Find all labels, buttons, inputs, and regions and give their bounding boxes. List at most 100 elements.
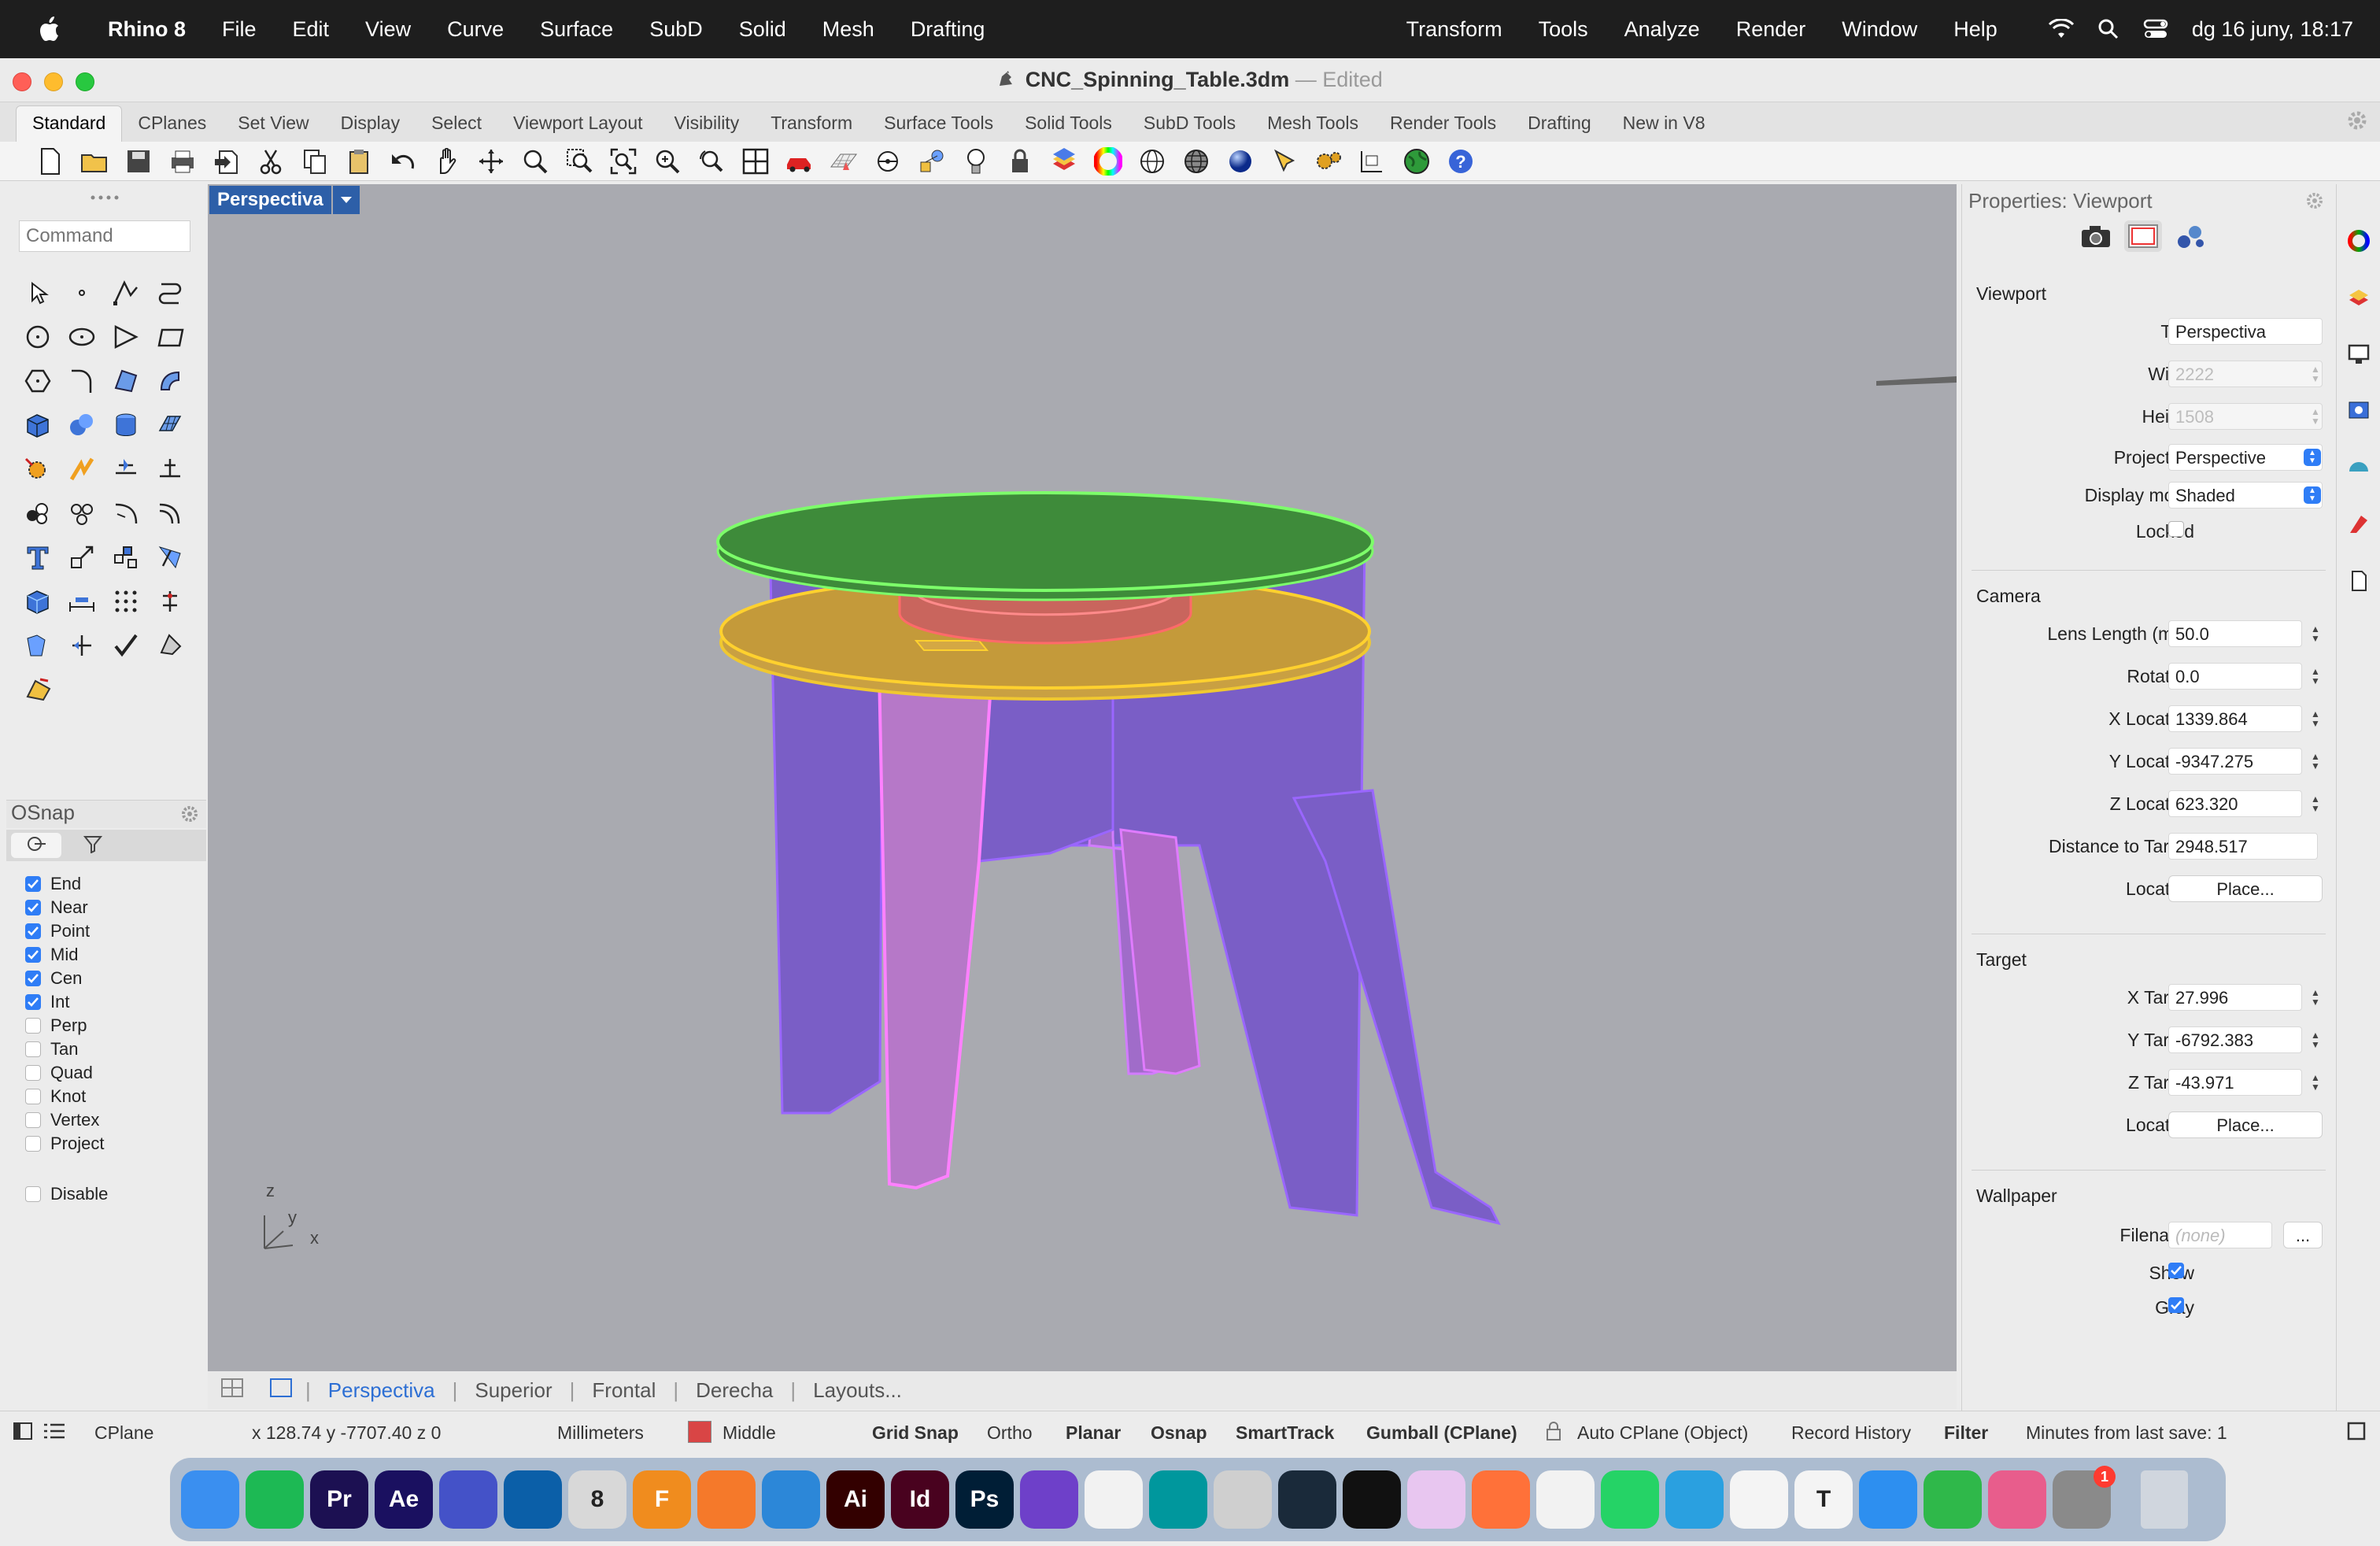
open-file-icon[interactable] bbox=[76, 144, 113, 179]
tab-select[interactable]: Select bbox=[416, 113, 497, 142]
properties-gear-icon[interactable] bbox=[2304, 190, 2325, 216]
move-gear-icon[interactable] bbox=[16, 447, 60, 491]
tab-display[interactable]: Display bbox=[325, 113, 416, 142]
paste-icon[interactable] bbox=[340, 144, 378, 179]
lens-length-field[interactable]: 50.0 bbox=[2168, 620, 2302, 647]
control-center-icon[interactable] bbox=[2142, 15, 2170, 43]
osnap-item-disable[interactable]: Disable bbox=[25, 1182, 198, 1206]
status-auto-cplane[interactable]: Auto CPlane (Object) bbox=[1577, 1422, 1748, 1444]
notes-panel-icon[interactable] bbox=[2337, 553, 2380, 609]
osnap-item-knot[interactable]: Knot bbox=[25, 1085, 198, 1108]
dock-app-after-effects-icon[interactable]: Ae bbox=[375, 1470, 433, 1529]
rotation-stepper-icon[interactable]: ▲ ▼ bbox=[2308, 663, 2323, 690]
dock-app-whatsapp-icon[interactable] bbox=[1601, 1470, 1659, 1529]
dock-app-chatgpt-icon[interactable] bbox=[1730, 1470, 1788, 1529]
display-panel-icon[interactable] bbox=[2337, 326, 2380, 383]
distance-to-target-field[interactable]: 2948.517 bbox=[2168, 833, 2318, 860]
dock-app-safari-like-icon[interactable] bbox=[762, 1470, 820, 1529]
gray-checkbox[interactable] bbox=[2168, 1297, 2184, 1313]
new-file-icon[interactable] bbox=[31, 144, 69, 179]
dock-app-rhino-icon[interactable]: 8 bbox=[568, 1470, 626, 1529]
osnap-item-vertex[interactable]: Vertex bbox=[25, 1108, 198, 1132]
dock-app-telegram-icon[interactable] bbox=[1665, 1470, 1724, 1529]
status-osnap[interactable]: Osnap bbox=[1151, 1422, 1207, 1444]
menu-help[interactable]: Help bbox=[1935, 17, 2016, 42]
checkbox[interactable] bbox=[25, 1186, 41, 1202]
shaded-sphere-icon[interactable] bbox=[1177, 144, 1215, 179]
toolbar-settings-gear-icon[interactable] bbox=[2345, 109, 2369, 132]
dock-app-numbers-icon[interactable] bbox=[1924, 1470, 1982, 1529]
tab-cplanes[interactable]: CPlanes bbox=[122, 113, 222, 142]
status-filter[interactable]: Filter bbox=[1944, 1422, 1988, 1444]
globe-icon[interactable] bbox=[1398, 144, 1436, 179]
point-grid-icon[interactable] bbox=[104, 579, 148, 623]
x-target-stepper-icon[interactable]: ▲ ▼ bbox=[2308, 984, 2323, 1011]
z-location-field[interactable]: 623.320 bbox=[2168, 790, 2302, 817]
sidebar-toggle-icon[interactable] bbox=[13, 1421, 33, 1446]
wallpaper-browse-button[interactable]: ... bbox=[2283, 1222, 2323, 1248]
check-icon[interactable] bbox=[104, 623, 148, 668]
ellipse-icon[interactable] bbox=[60, 315, 104, 359]
dock-app-chrome-icon[interactable] bbox=[1536, 1470, 1595, 1529]
object-snap-icon[interactable] bbox=[913, 144, 951, 179]
menu-curve[interactable]: Curve bbox=[429, 17, 522, 42]
osnap-item-project[interactable]: Project bbox=[25, 1132, 198, 1156]
zoom-dynamic-icon[interactable] bbox=[516, 144, 554, 179]
save-icon[interactable] bbox=[120, 144, 157, 179]
render-panel-icon[interactable] bbox=[2337, 496, 2380, 553]
extrude-surface-icon[interactable] bbox=[148, 359, 192, 403]
viewport-properties-icon[interactable] bbox=[2124, 220, 2162, 252]
x-location-stepper-icon[interactable]: ▲ ▼ bbox=[2308, 705, 2323, 732]
menu-solid[interactable]: Solid bbox=[721, 17, 804, 42]
camera-icon[interactable] bbox=[2077, 220, 2115, 252]
wireframe-sphere-icon[interactable] bbox=[1133, 144, 1171, 179]
dock-app-system-settings-icon[interactable]: 1 bbox=[2053, 1466, 2116, 1529]
osnap-settings-gear-icon[interactable] bbox=[179, 804, 200, 824]
tab-viewport-layout[interactable]: Viewport Layout bbox=[497, 113, 659, 142]
materials-color-icon[interactable] bbox=[2337, 213, 2380, 269]
color-wheel-icon[interactable] bbox=[1089, 144, 1127, 179]
y-target-field[interactable]: -6792.383 bbox=[2168, 1026, 2302, 1053]
arc-icon[interactable] bbox=[104, 315, 148, 359]
project-curve-icon[interactable] bbox=[148, 535, 192, 579]
rotate-view-icon[interactable] bbox=[472, 144, 510, 179]
menu-drafting[interactable]: Drafting bbox=[893, 17, 1003, 42]
projection-select[interactable]: Perspective bbox=[2168, 444, 2323, 471]
polygon-icon[interactable] bbox=[16, 359, 60, 403]
select-filter-icon[interactable] bbox=[1266, 144, 1303, 179]
copy-icon[interactable] bbox=[296, 144, 334, 179]
circle-icon[interactable] bbox=[16, 315, 60, 359]
help-icon[interactable]: ? bbox=[1442, 144, 1480, 179]
z-target-stepper-icon[interactable]: ▲ ▼ bbox=[2308, 1069, 2323, 1096]
dock-app-terminal-icon[interactable] bbox=[1343, 1470, 1401, 1529]
light-bulb-icon[interactable] bbox=[957, 144, 995, 179]
dock-app-affinity-icon[interactable] bbox=[439, 1470, 497, 1529]
title-field[interactable]: Perspectiva bbox=[2168, 318, 2323, 345]
z-target-field[interactable]: -43.971 bbox=[2168, 1069, 2302, 1096]
projection-dropdown-icon[interactable]: ▲ ▼ bbox=[2304, 449, 2321, 466]
zoom-window-icon[interactable] bbox=[560, 144, 598, 179]
dock-app-sketchup-icon[interactable] bbox=[504, 1470, 562, 1529]
checkbox[interactable] bbox=[25, 1065, 41, 1081]
pan-hand-icon[interactable] bbox=[428, 144, 466, 179]
y-location-field[interactable]: -9347.275 bbox=[2168, 748, 2302, 775]
tab-render-tools[interactable]: Render Tools bbox=[1374, 113, 1512, 142]
dock-app-spotify-icon[interactable] bbox=[246, 1470, 304, 1529]
cut-icon[interactable] bbox=[252, 144, 290, 179]
tab-mesh-tools[interactable]: Mesh Tools bbox=[1251, 113, 1374, 142]
solid-edit-icon[interactable] bbox=[16, 579, 60, 623]
osnap-item-int[interactable]: Int bbox=[25, 990, 198, 1014]
command-input[interactable] bbox=[19, 220, 190, 252]
menu-clock[interactable]: dg 16 juny, 18:17 bbox=[2192, 17, 2353, 42]
osnap-item-perp[interactable]: Perp bbox=[25, 1014, 198, 1037]
ungroup-icon[interactable] bbox=[60, 491, 104, 535]
array-icon[interactable] bbox=[104, 535, 148, 579]
tab-solid-tools[interactable]: Solid Tools bbox=[1009, 113, 1128, 142]
dock-app-firefox-icon[interactable] bbox=[1472, 1470, 1530, 1529]
text-icon[interactable] bbox=[16, 535, 60, 579]
rendered-sphere-icon[interactable] bbox=[1221, 144, 1259, 179]
osnap-tab-snap[interactable] bbox=[11, 833, 61, 858]
offset-icon[interactable] bbox=[148, 491, 192, 535]
wifi-icon[interactable] bbox=[2047, 15, 2075, 43]
osnap-item-point[interactable]: Point bbox=[25, 919, 198, 943]
